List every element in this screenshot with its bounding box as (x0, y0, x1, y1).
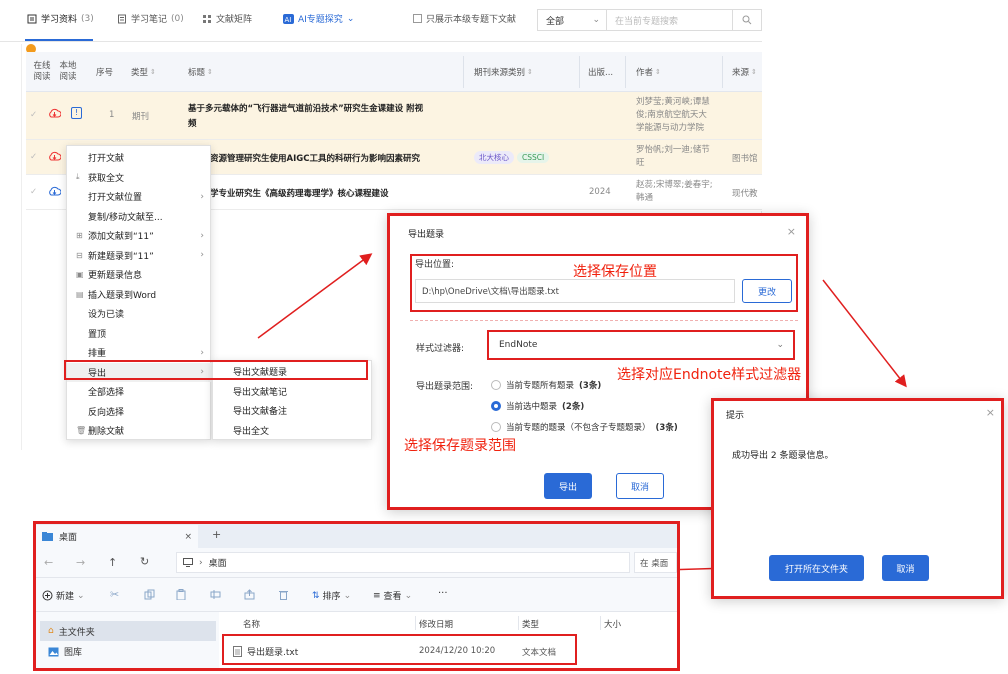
address-bar[interactable]: › 桌面 (176, 552, 630, 573)
chevron-down-icon: ⌄ (776, 340, 784, 350)
export-button[interactable]: 导出 (544, 473, 592, 499)
file-date: 2024/12/20 10:20 (419, 646, 496, 656)
radio-selected-icon (491, 401, 501, 411)
col-divider (518, 616, 519, 630)
path-input[interactable]: D:\hp\OneDrive\文档\导出题录.txt (415, 279, 735, 303)
close-icon[interactable]: × (986, 406, 995, 419)
close-icon[interactable]: × (184, 532, 192, 542)
explorer-tab[interactable]: 桌面 × (36, 525, 198, 548)
up-arrow-icon[interactable]: ↑ (108, 556, 117, 569)
sidebar-item-home[interactable]: ⌂ 主文件夹 (40, 621, 216, 641)
chevron-down-icon: ⌄ (404, 590, 413, 601)
folder-icon (42, 532, 53, 541)
new-button[interactable]: 新建 ⌄ (42, 589, 85, 602)
range-note-text: 选择保存题录范围 (404, 438, 516, 454)
change-button[interactable]: 更改 (742, 279, 792, 303)
col-date[interactable]: 修改日期 (419, 618, 453, 630)
paste-icon[interactable] (176, 589, 187, 600)
sidebar-item-label: 图库 (64, 648, 83, 658)
tip-title: 提示 (726, 411, 745, 421)
sidebar-item-label: 主文件夹 (58, 627, 95, 638)
file-name: 导出题录.txt (247, 648, 299, 658)
arrow-to-tip-dialog (822, 279, 907, 388)
tip-message: 成功导出 2 条题录信息。 (732, 451, 834, 461)
explorer-toolbar (36, 578, 677, 612)
refresh-icon[interactable]: ↻ (140, 555, 149, 568)
delete-icon[interactable] (278, 589, 289, 600)
range-option-label: 当前专题所有题录 (506, 381, 575, 391)
cut-icon[interactable]: ✂ (110, 588, 119, 601)
file-explorer-window: 桌面 × + ← → ↑ ↻ › 桌面 在 桌面 新建 ⌄ ✂ ⇅ 排序 ⌄ ≡ 查… (33, 521, 680, 671)
range-option-no-sub[interactable]: 当前专题的题录（不包含子专题题录） (3条) (491, 421, 678, 433)
range-option-count: (3条) (579, 381, 602, 391)
export-dialog-title: 导出题录 (408, 230, 445, 240)
range-option-selected[interactable]: 当前选中题录 (2条) (491, 400, 584, 412)
save-location-text: 选择保存位置 (573, 264, 657, 280)
view-button[interactable]: ≡ 查看 ⌄ (373, 589, 413, 603)
col-divider (600, 616, 601, 630)
back-arrow-icon[interactable]: ← (44, 556, 53, 569)
file-type: 文本文档 (522, 648, 557, 658)
style-filter-note: 选择对应Endnote样式过滤器 (617, 364, 801, 384)
share-icon[interactable] (244, 589, 255, 600)
range-label: 导出题录范围: (416, 382, 474, 392)
col-divider (415, 616, 416, 630)
home-icon: ⌂ (48, 626, 54, 636)
range-option-all[interactable]: 当前专题所有题录 (3条) (491, 379, 601, 391)
view-label: 查看 (383, 592, 402, 602)
sidebar-item-gallery[interactable]: 图库 (48, 645, 82, 658)
text-file-icon (233, 646, 242, 657)
tip-cancel-button[interactable]: 取消 (882, 555, 929, 581)
sort-arrows-icon: ⇅ (312, 590, 320, 601)
chevron-right-icon: › (199, 557, 203, 568)
col-size[interactable]: 大小 (604, 618, 621, 630)
explorer-search-input[interactable]: 在 桌面 (634, 552, 677, 573)
cancel-button[interactable]: 取消 (616, 473, 664, 499)
forward-arrow-icon[interactable]: → (76, 556, 85, 569)
range-option-label: 当前专题的题录（不包含子专题题录） (506, 423, 651, 433)
new-tab-icon[interactable]: + (212, 528, 221, 541)
range-note: 选择保存题录范围 (404, 435, 516, 455)
new-label: 新建 (56, 592, 75, 602)
close-icon[interactable]: × (787, 225, 796, 238)
style-value: EndNote (499, 340, 538, 350)
chevron-down-icon: ⌄ (343, 590, 352, 601)
divider (410, 320, 798, 321)
more-button[interactable]: ··· (438, 588, 448, 599)
sort-label: 排序 (322, 592, 341, 602)
style-select[interactable]: EndNote ⌄ (491, 334, 790, 356)
location-label: 导出位置: (415, 260, 455, 270)
copy-icon[interactable] (144, 589, 155, 600)
col-name[interactable]: 名称 (243, 618, 260, 630)
tip-dialog: 提示 × 成功导出 2 条题录信息。 打开所在文件夹 取消 (711, 398, 1004, 599)
save-location-note: 选择保存位置 (573, 261, 657, 281)
explorer-tab-title: 桌面 (59, 533, 78, 543)
monitor-icon (183, 558, 193, 567)
view-lines-icon: ≡ (373, 590, 381, 601)
rename-icon[interactable] (210, 589, 221, 600)
col-type[interactable]: 类型 (522, 618, 539, 630)
range-option-count: (2条) (562, 402, 585, 412)
open-folder-button[interactable]: 打开所在文件夹 (769, 555, 864, 581)
range-option-count: (3条) (655, 423, 678, 433)
radio-icon (491, 380, 501, 390)
range-option-label: 当前选中题录 (506, 402, 558, 412)
style-filter-text: 选择对应Endnote样式过滤器 (617, 367, 802, 383)
file-row[interactable]: 导出题录.txt (233, 645, 298, 658)
arrow-to-export-dialog (257, 253, 373, 339)
plus-circle-icon (42, 590, 53, 601)
gallery-icon (48, 647, 59, 657)
style-label: 样式过滤器: (416, 344, 465, 354)
address-text: 桌面 (208, 559, 227, 569)
sort-button[interactable]: ⇅ 排序 ⌄ (312, 589, 352, 603)
chevron-down-icon: ⌄ (77, 590, 85, 601)
radio-icon (491, 422, 501, 432)
